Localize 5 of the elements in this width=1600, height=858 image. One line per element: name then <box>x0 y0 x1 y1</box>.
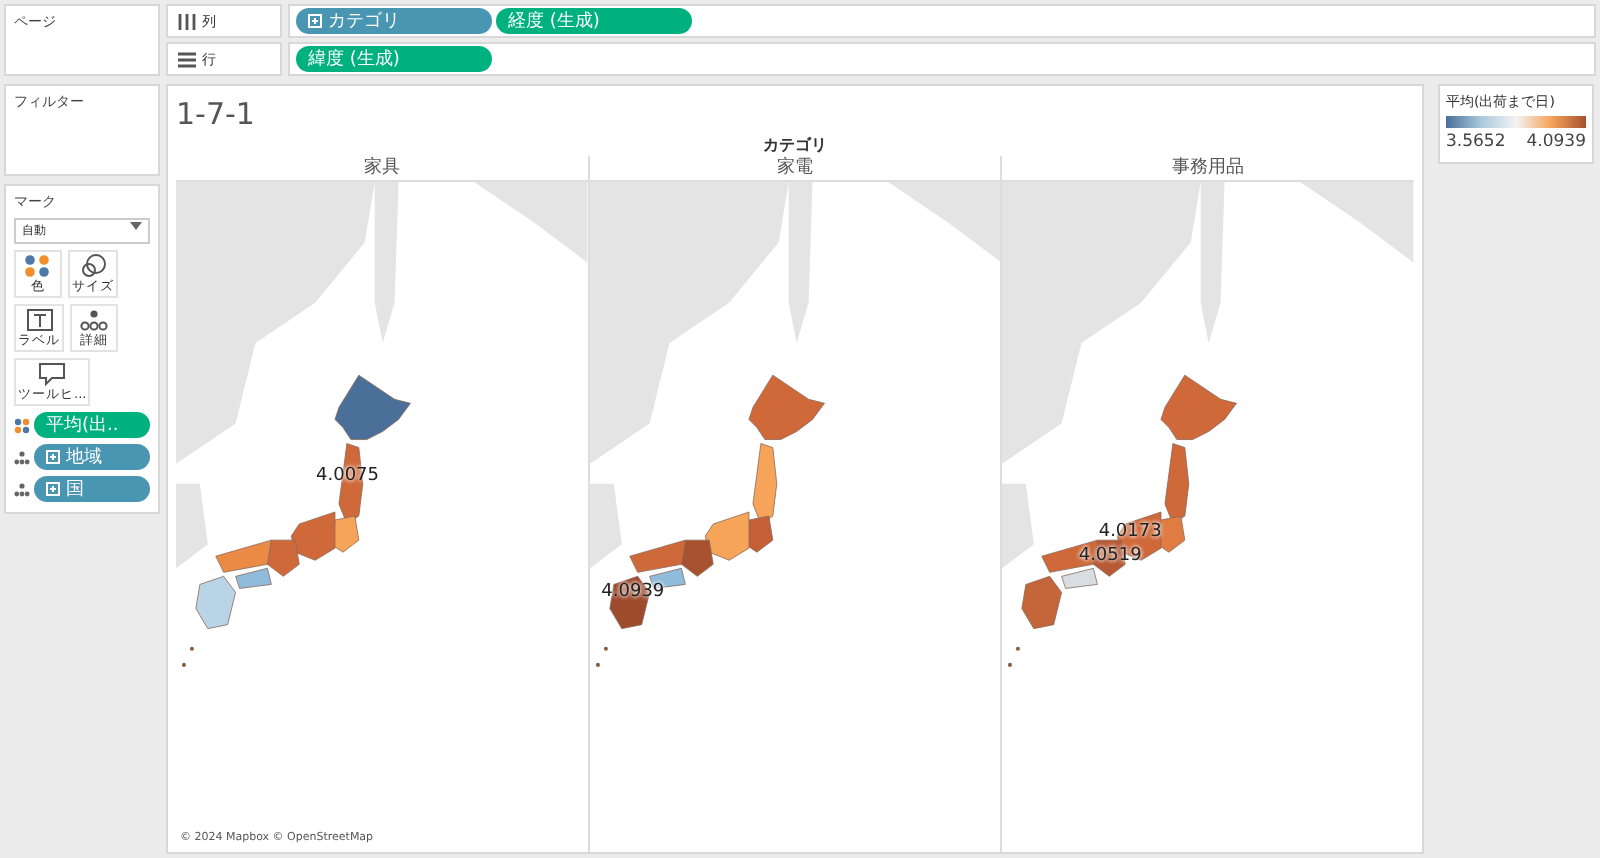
legend-max: 4.0939 <box>1526 132 1586 152</box>
column-header: カテゴリ <box>763 134 827 156</box>
legend-min: 3.5652 <box>1446 132 1506 152</box>
value-label: 4.0519 <box>1078 546 1142 566</box>
view-title: 1-7-1 <box>176 94 257 134</box>
